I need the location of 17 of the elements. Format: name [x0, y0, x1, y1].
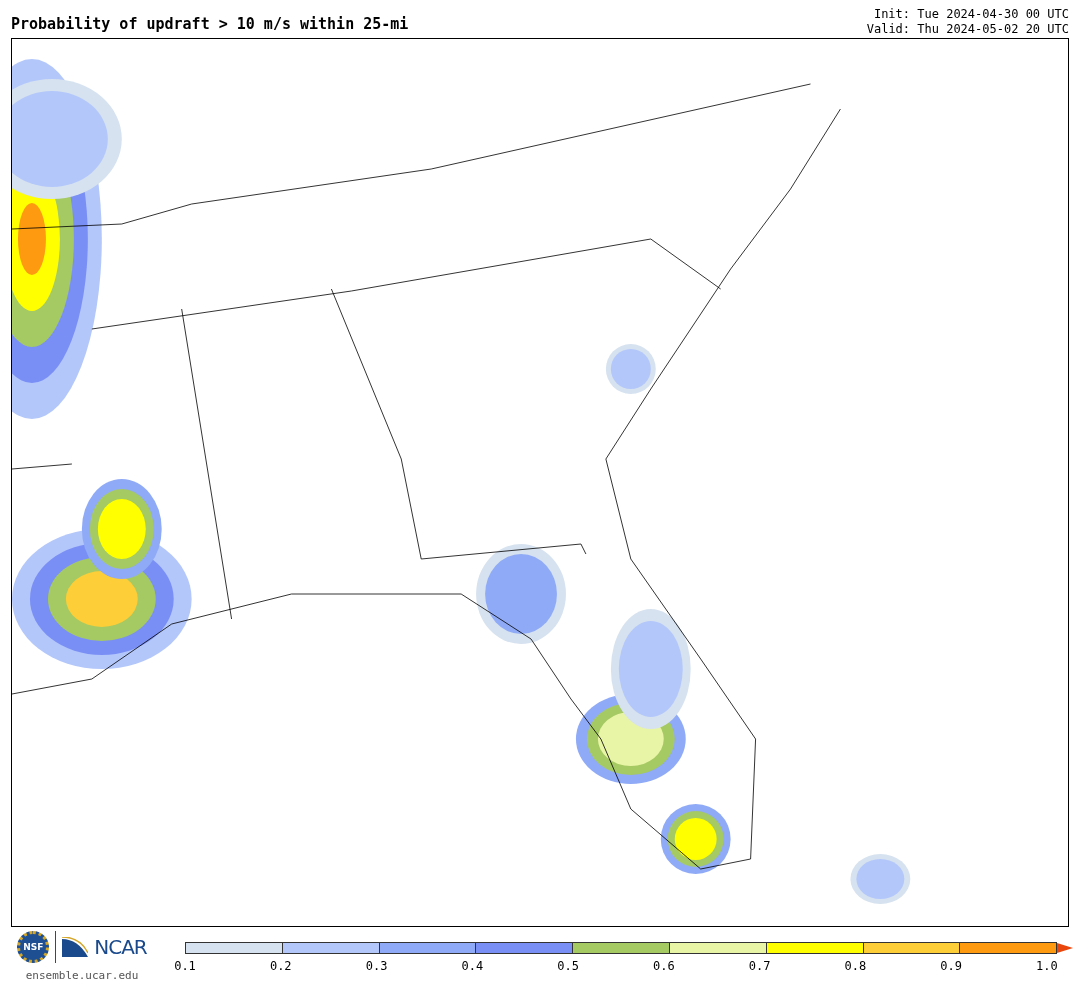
- ncar-logo-text: NCAR: [94, 935, 147, 959]
- colorbar-tick-label: 0.5: [556, 959, 580, 973]
- colorbar-tick-label: 1.0: [1035, 959, 1059, 973]
- colorbar-tick-label: 0.3: [364, 959, 389, 973]
- init-time: Init: Tue 2024-04-30 00 UTC: [873, 7, 1069, 22]
- colorbar-tick-label: 0.7: [747, 959, 772, 973]
- nsf-logo: NSF: [17, 931, 50, 963]
- colorbar-tick-label: 0.9: [939, 959, 963, 973]
- colorbar-tick-label: 0.2: [268, 959, 293, 973]
- colorbar-tick-label: 0.1: [173, 959, 197, 973]
- map-title: Probability of updraft > 10 m/s within 25-mi: [11, 15, 409, 35]
- colorbar-tick-label: 0.6: [652, 959, 676, 973]
- colorbar-tick-label: 0.8: [843, 959, 868, 973]
- valid-time: Valid: Thu 2024-05-02 20 UTC: [866, 22, 1069, 37]
- ncar-logo-icon: [62, 937, 89, 957]
- site-url: ensemble.ucar.edu: [25, 969, 139, 982]
- colorbar-tick-label: 0.4: [460, 959, 485, 973]
